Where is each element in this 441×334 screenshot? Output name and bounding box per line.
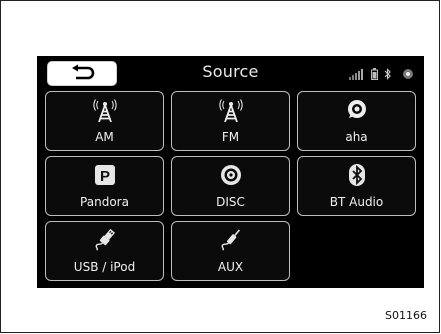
- bluetooth-status-icon: [384, 65, 392, 84]
- figure-code: S01166: [385, 309, 427, 322]
- source-label: BT Audio: [329, 195, 384, 209]
- source-label: Pandora: [80, 195, 129, 209]
- usb-icon: [46, 227, 163, 253]
- head-unit-screen: Source AM FM aha P Pandora DISC BT Audio…: [37, 56, 424, 288]
- source-disc-button[interactable]: DISC: [171, 156, 290, 216]
- source-bt-audio-button[interactable]: BT Audio: [297, 156, 416, 216]
- signal-strength-icon: [349, 65, 365, 84]
- source-fm-button[interactable]: FM: [171, 91, 290, 151]
- source-grid: AM FM aha P Pandora DISC BT Audio USB / …: [45, 91, 416, 282]
- source-label: AUX: [217, 260, 244, 274]
- figure-frame: Source AM FM aha P Pandora DISC BT Audio…: [0, 0, 440, 333]
- source-label: aha: [345, 130, 368, 144]
- settings-dot-icon: [402, 65, 414, 84]
- svg-text:P: P: [99, 168, 109, 185]
- source-label: FM: [221, 130, 240, 144]
- antenna-icon: [46, 97, 163, 123]
- source-am-button[interactable]: AM: [45, 91, 164, 151]
- disc-icon: [172, 162, 289, 188]
- antenna-icon: [172, 97, 289, 123]
- aux-plug-icon: [172, 227, 289, 253]
- source-label: DISC: [216, 195, 245, 209]
- source-aha-button[interactable]: aha: [297, 91, 416, 151]
- source-aux-button[interactable]: AUX: [171, 221, 290, 281]
- status-indicators: [349, 66, 414, 82]
- top-bar: Source: [37, 56, 424, 90]
- source-pandora-button[interactable]: P Pandora: [45, 156, 164, 216]
- battery-icon: [371, 65, 378, 84]
- bluetooth-icon: [298, 162, 415, 188]
- pandora-icon: P: [46, 162, 163, 188]
- source-usb-ipod-button[interactable]: USB / iPod: [45, 221, 164, 281]
- source-label: AM: [95, 130, 114, 144]
- source-label: USB / iPod: [73, 260, 136, 274]
- aha-icon: [298, 97, 415, 123]
